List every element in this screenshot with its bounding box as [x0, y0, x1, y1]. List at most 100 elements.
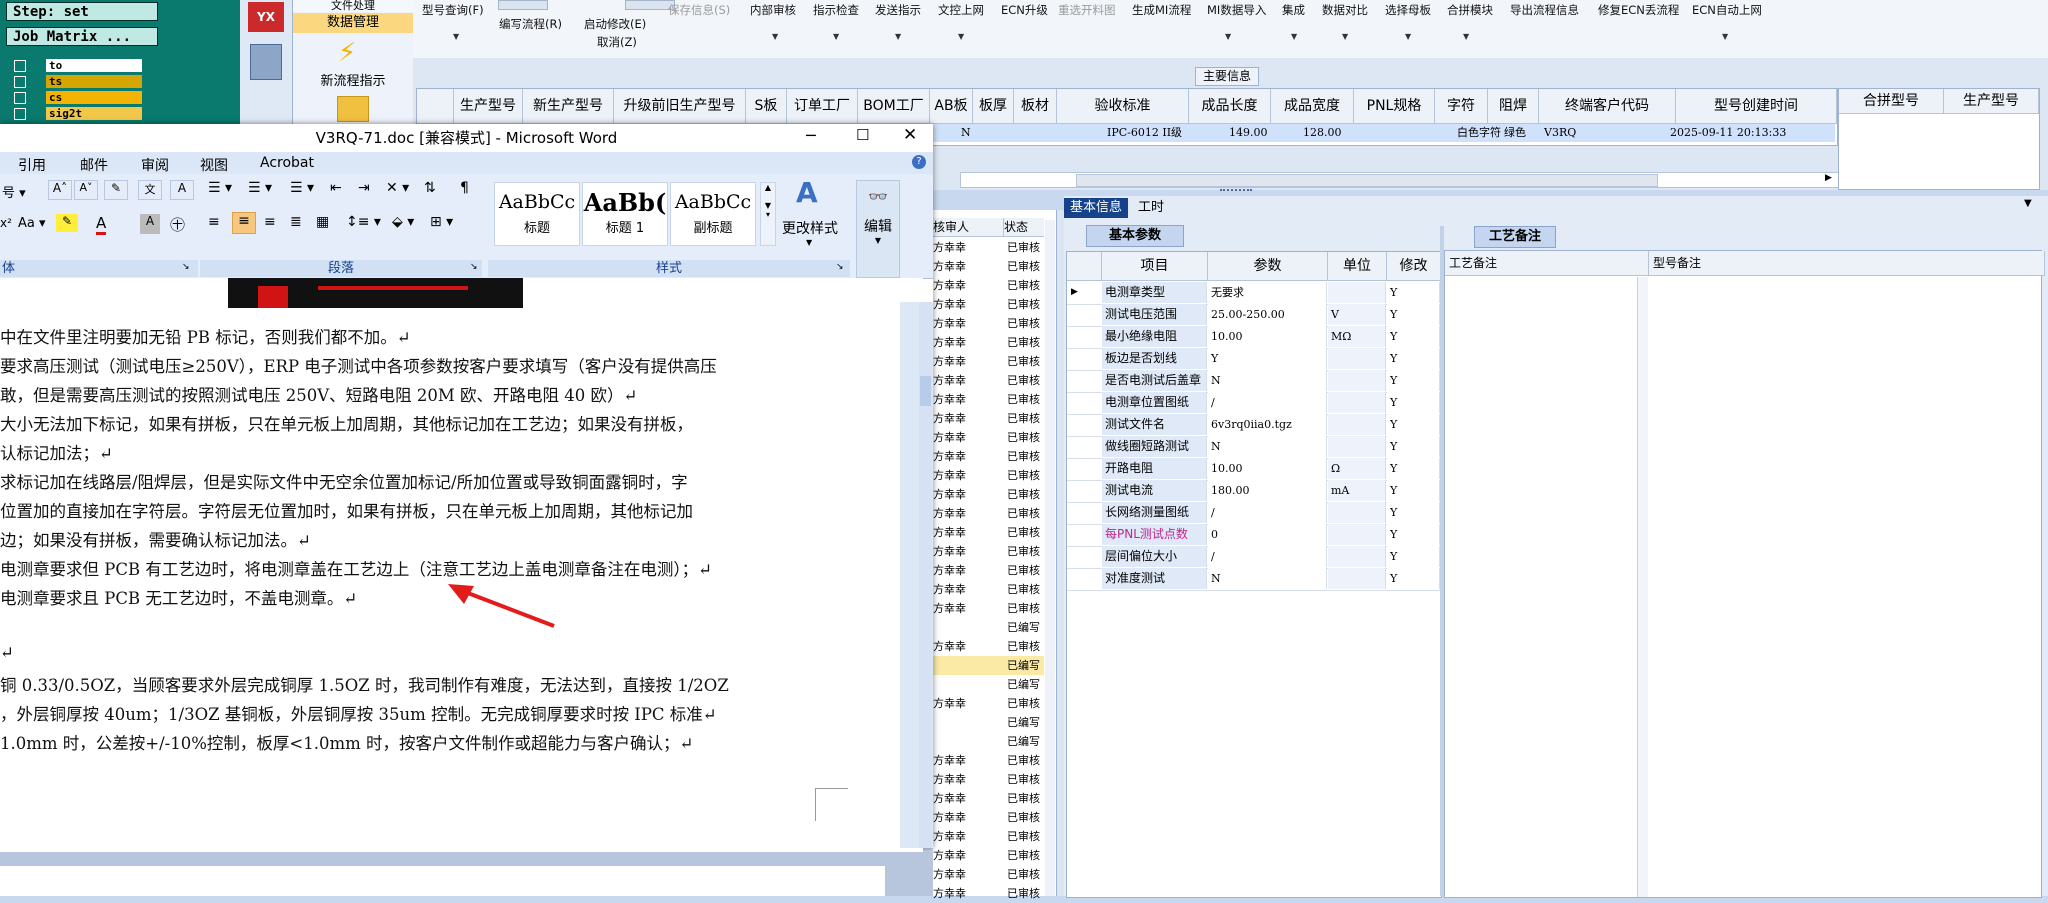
style-heading1[interactable]: AaBb( 标题 1 [582, 182, 668, 246]
list-item[interactable]: 方幸幸 已审核 [933, 789, 1044, 808]
edit-group[interactable]: 👓 编辑 ▼ [856, 180, 900, 278]
list-item[interactable]: 已编写 [933, 618, 1044, 637]
splitter-handle[interactable] [1220, 189, 1252, 196]
close-icon[interactable]: ✕ [903, 125, 917, 145]
table-row[interactable]: 每PNL测试点数 0 Y [1067, 524, 1440, 547]
layer-checkbox[interactable] [14, 92, 26, 104]
param-cell[interactable]: 25.00-250.00 [1208, 304, 1327, 325]
sort-icon[interactable]: ⇅ [424, 180, 436, 196]
column-header[interactable]: S板 [746, 89, 787, 124]
job-matrix-button[interactable]: Job Matrix ... [6, 27, 158, 46]
column-header[interactable]: 单位 [1328, 252, 1387, 281]
menu-ecn-auto-online[interactable]: ECN自动上网 [1692, 2, 1762, 18]
list-item[interactable]: 方幸幸 已审核 [933, 865, 1044, 884]
change-case-icon[interactable]: Aa ▾ [18, 216, 46, 231]
chevron-down-icon[interactable]: ▼ [1342, 32, 1348, 41]
style-title[interactable]: AaBbCc 标题 [494, 182, 580, 246]
column-header[interactable]: 状态 [1004, 218, 1044, 237]
dialog-launcher-icon[interactable]: ↘ [182, 262, 190, 272]
borders-icon[interactable]: ⊞ ▾ [430, 214, 453, 230]
list-item[interactable]: 方幸幸 已审核 [933, 447, 1044, 466]
param-cell[interactable]: 10.00 [1208, 326, 1327, 347]
align-center-icon[interactable]: ≡ [232, 212, 256, 234]
asian-layout-icon[interactable]: ✕ ▾ [386, 180, 409, 196]
tab-basic-info[interactable]: 基本信息 [1064, 198, 1128, 218]
list-item[interactable]: 方幸幸 已审核 [933, 504, 1044, 523]
chevron-down-icon[interactable]: ▼ [833, 32, 839, 41]
show-marks-icon[interactable]: ¶ [460, 180, 469, 196]
grow-font-icon[interactable]: A˄ [48, 180, 72, 200]
data-manage-item[interactable]: 数据管理 [293, 13, 413, 33]
shrink-font-icon[interactable]: A˅ [74, 180, 98, 200]
list-item[interactable]: 方幸幸 已审核 [933, 694, 1044, 713]
maximize-icon[interactable]: ☐ [856, 126, 869, 144]
menu-fix-ecn[interactable]: 修复ECN丢流程 [1598, 2, 1679, 18]
list-item[interactable]: 方幸幸 已审核 [933, 295, 1044, 314]
column-header[interactable]: 工艺备注 [1445, 251, 1649, 276]
column-header[interactable]: 字符 [1435, 89, 1488, 124]
chevron-down-icon[interactable]: ▼ [1225, 32, 1231, 41]
param-cell[interactable]: 10.00 [1208, 458, 1327, 479]
menu-select-mother[interactable]: 选择母板 [1385, 2, 1431, 18]
param-cell[interactable]: 无要求 [1208, 282, 1327, 303]
table-row[interactable]: 测试文件名 6v3rq0iia0.tgz Y [1067, 414, 1440, 437]
table-row[interactable]: ▶ 电测章类型 无要求 Y [1067, 282, 1440, 305]
param-cell[interactable]: Y [1208, 348, 1327, 369]
field-box[interactable] [498, 0, 548, 10]
file-process-item[interactable]: 文件处理 [293, 0, 413, 12]
list-item[interactable]: 方幸幸 已审核 [933, 276, 1044, 295]
param-cell[interactable]: N [1208, 370, 1327, 391]
menu-mi-import[interactable]: MI数据导入 [1207, 2, 1266, 18]
chevron-down-icon[interactable]: ▼ [958, 32, 964, 41]
list-item[interactable]: 方幸幸 已审核 [933, 542, 1044, 561]
column-header[interactable]: 阻焊 [1488, 89, 1539, 124]
table-row[interactable]: 是否电测试后盖章 N Y [1067, 370, 1440, 393]
tab-work-hours[interactable]: 工时 [1138, 198, 1164, 218]
menu-send-instruction[interactable]: 发送指示 [875, 2, 921, 18]
decrease-indent-icon[interactable]: ⇤ [330, 180, 342, 196]
highlight-icon[interactable]: ✎ [56, 214, 78, 232]
table-row[interactable]: 电测章位置图纸 / Y [1067, 392, 1440, 415]
list-item[interactable]: 方幸幸 已审核 [933, 827, 1044, 846]
param-cell[interactable]: 6v3rq0iia0.tgz [1208, 414, 1327, 435]
line-spacing-icon[interactable]: ↕≡ ▾ [346, 214, 381, 230]
help-icon[interactable]: ? [912, 155, 926, 169]
param-cell[interactable]: 180.00 [1208, 480, 1327, 501]
table-row[interactable]: 对准度测试 N Y [1067, 568, 1440, 591]
tab-review[interactable]: 审阅 [141, 155, 169, 175]
menu-internal-review[interactable]: 内部审核 [750, 2, 796, 18]
column-header[interactable]: 板厚 [973, 89, 1014, 124]
column-header[interactable]: 型号备注 [1649, 251, 2045, 276]
layer-checkbox[interactable] [14, 76, 26, 88]
vertical-scrollbar[interactable] [1637, 277, 1648, 897]
column-header[interactable]: BOM工厂 [858, 89, 930, 124]
align-right-icon[interactable]: ≡ [264, 214, 276, 230]
column-header[interactable]: 生产型号 [1944, 89, 2039, 114]
column-header[interactable]: 参数 [1208, 252, 1328, 281]
column-header[interactable]: 升级前旧生产型号 [614, 89, 746, 124]
menu-integrate[interactable]: 集成 [1282, 2, 1305, 18]
table-row[interactable]: 测试电压范围 25.00-250.00 V Y [1067, 304, 1440, 327]
list-item[interactable]: 方幸幸 已审核 [933, 428, 1044, 447]
list-item[interactable]: 方幸幸 已审核 [933, 485, 1044, 504]
char-border-icon[interactable]: A [170, 180, 194, 200]
column-header[interactable]: 板材 [1014, 89, 1057, 124]
menu-model-query[interactable]: 型号查询(F) [422, 2, 484, 18]
chevron-down-icon[interactable]: ▼ [806, 238, 812, 247]
chevron-down-icon[interactable]: ▼ [895, 32, 901, 41]
column-header[interactable]: 验收标准 [1057, 89, 1189, 124]
bullets-icon[interactable]: ☰ ▾ [208, 180, 232, 196]
menu-write-flow[interactable]: 编写流程(R) [499, 16, 562, 32]
tab-acrobat[interactable]: Acrobat [260, 155, 314, 171]
list-item[interactable]: 方幸幸 已审核 [933, 561, 1044, 580]
param-cell[interactable]: 0 [1208, 524, 1327, 545]
chevron-down-icon[interactable]: ▼ [857, 236, 899, 245]
tab-references[interactable]: 引用 [18, 155, 46, 175]
param-cell[interactable]: / [1208, 546, 1327, 567]
scroll-thumb[interactable] [1076, 174, 1658, 187]
param-cell[interactable]: N [1208, 436, 1327, 457]
word-vertical-scrollbar[interactable] [900, 302, 933, 848]
menu-generate-mi[interactable]: 生成MI流程 [1132, 2, 1191, 18]
list-item[interactable]: 方幸幸 已审核 [933, 333, 1044, 352]
table-row[interactable]: 开路电阻 10.00 Ω Y [1067, 458, 1440, 481]
